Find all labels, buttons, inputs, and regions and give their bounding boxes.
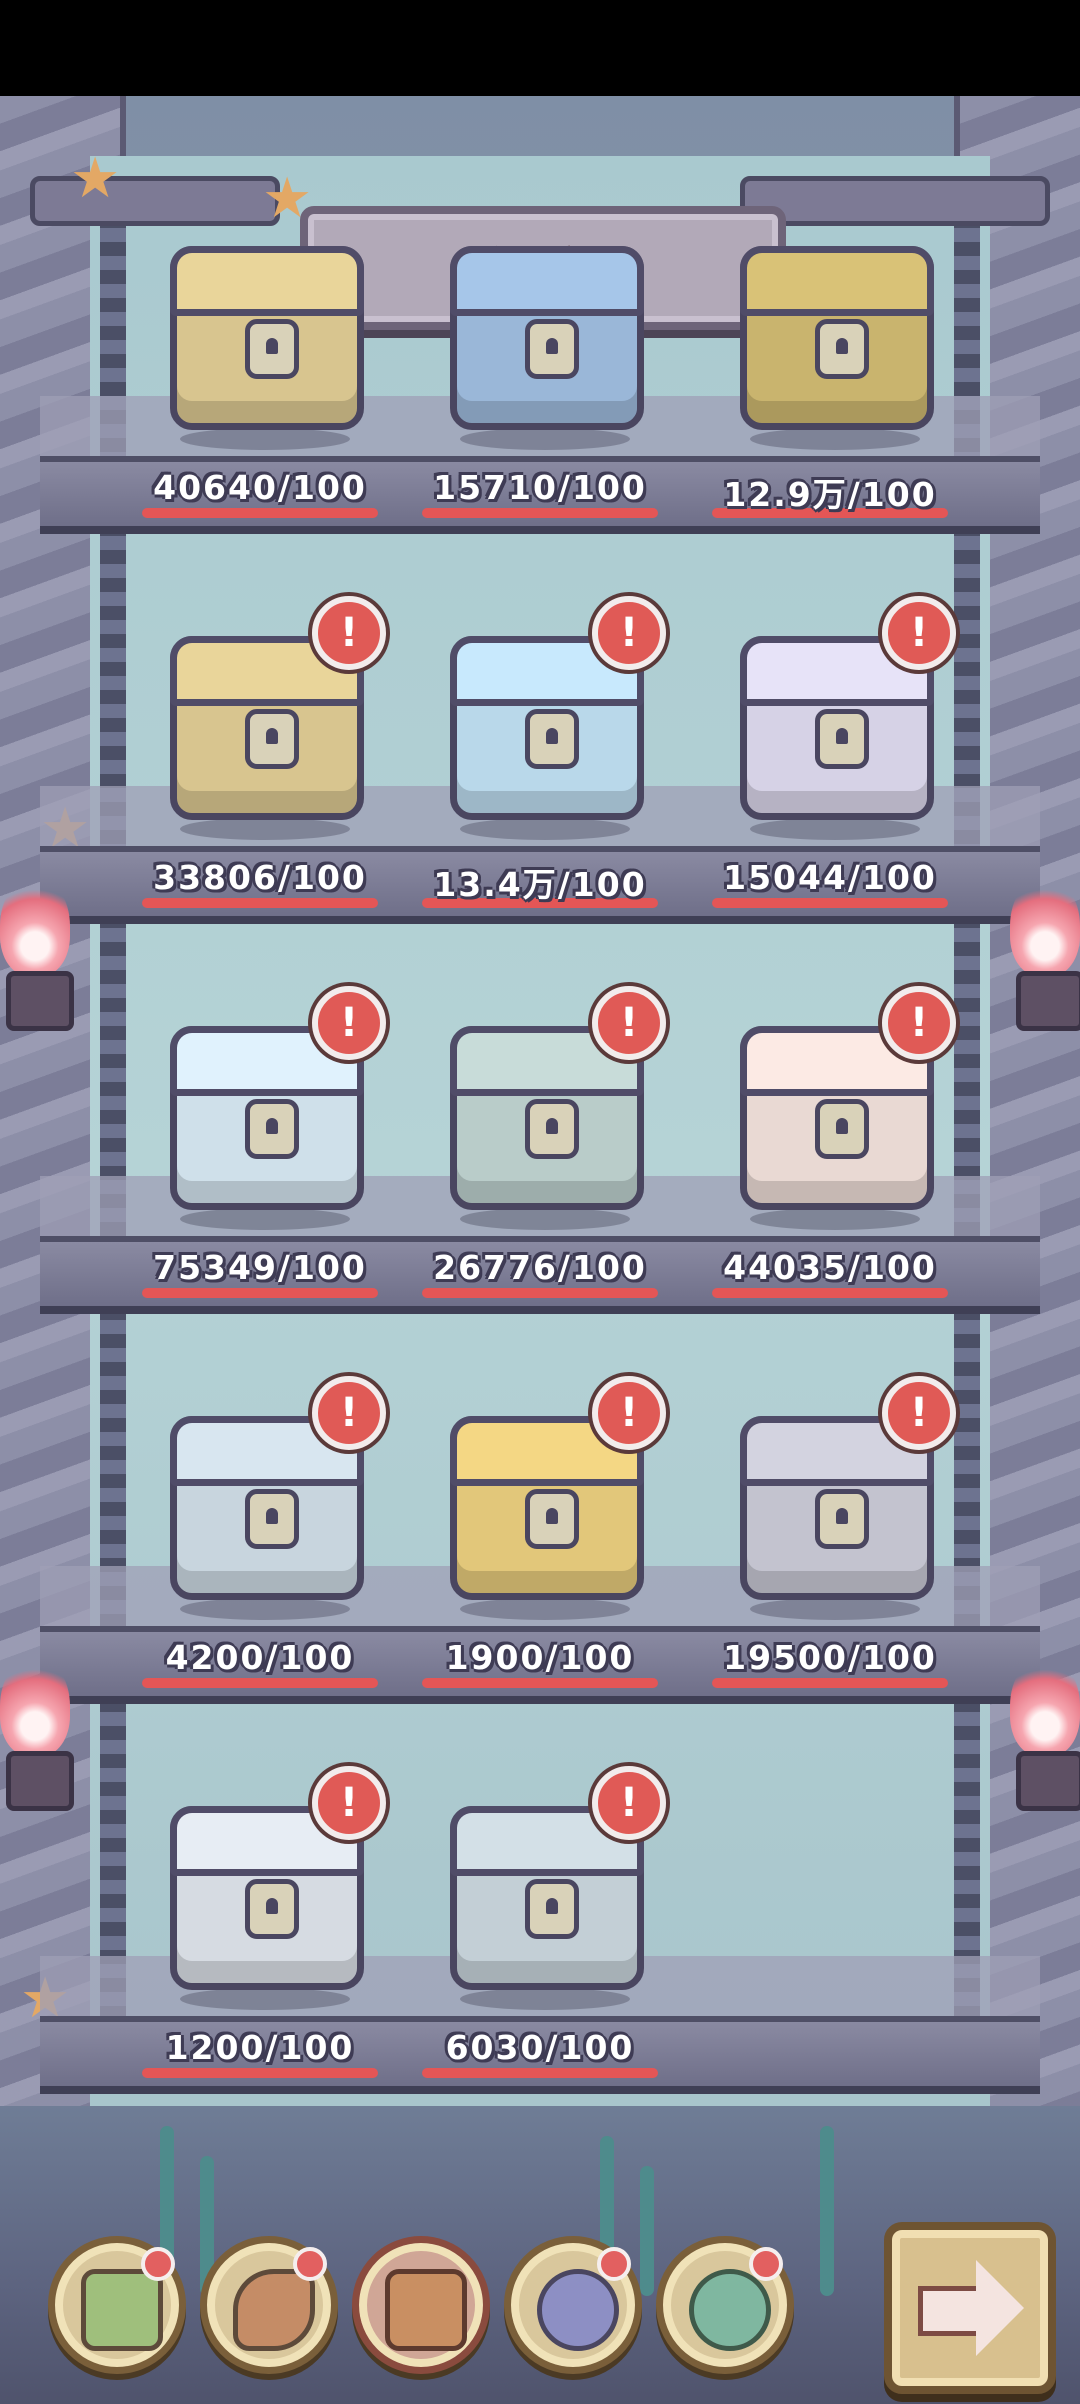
chest-count: 1900/100 [445, 1638, 635, 1677]
chest-shadow [180, 1598, 350, 1620]
keyhole-icon [815, 709, 869, 769]
treasure-scene: ★ ★ ★ ★ 秘宝 40640/100 15710/100 12.9万/100… [0, 96, 1080, 2404]
treasure-chest-icon [170, 246, 364, 430]
next-button[interactable] [884, 2222, 1056, 2394]
chest-item[interactable]: 40640/100 [120, 206, 400, 536]
alert-badge: ! [312, 596, 386, 670]
keyhole-icon [245, 1099, 299, 1159]
keyhole-icon [525, 1879, 579, 1939]
keyhole-icon [525, 1099, 579, 1159]
chest-item[interactable]: ! 26776/100 [400, 986, 680, 1316]
chest-shadow [750, 1208, 920, 1230]
alert-badge: ! [592, 1766, 666, 1840]
chest-item[interactable]: ! 33806/100 [120, 596, 400, 926]
seaweed [820, 2126, 834, 2296]
seaweed [640, 2166, 654, 2296]
chest-count: 15044/100 [723, 858, 937, 897]
chest-shadow [180, 1208, 350, 1230]
chest-item[interactable]: ! 6030/100 [400, 1766, 680, 2096]
torch-icon [1010, 876, 1080, 1036]
chest-count: 13.4万/100 [433, 865, 647, 904]
keyhole-icon [525, 709, 579, 769]
keyhole-icon [525, 1489, 579, 1549]
chest-item[interactable]: ! 44035/100 [690, 986, 970, 1316]
chest-shadow [460, 1988, 630, 2010]
notification-dot [597, 2247, 631, 2281]
alert-badge: ! [882, 1376, 956, 1450]
keyhole-icon [815, 1489, 869, 1549]
chest-item[interactable]: ! 1900/100 [400, 1376, 680, 1706]
keyhole-icon [245, 319, 299, 379]
chest-count: 12.9万/100 [723, 475, 937, 514]
chest-item[interactable]: ! 4200/100 [120, 1376, 400, 1706]
alert-badge: ! [312, 1766, 386, 1840]
chest-item[interactable]: 12.9万/100 [690, 206, 970, 536]
notification-dot [141, 2247, 175, 2281]
chest-count: 44035/100 [723, 1248, 937, 1287]
alert-badge: ! [312, 1376, 386, 1450]
chest-shadow [180, 818, 350, 840]
chest-shadow [460, 1598, 630, 1620]
notification-dot [293, 2247, 327, 2281]
chest-item[interactable]: ! 15044/100 [690, 596, 970, 926]
chest-item[interactable]: ! 13.4万/100 [400, 596, 680, 926]
globe-icon [689, 2269, 771, 2351]
starfish-icon: ★ [70, 146, 121, 211]
alert-badge: ! [312, 986, 386, 1060]
chest-shadow [750, 428, 920, 450]
keyhole-icon [245, 1879, 299, 1939]
chest-item[interactable]: ! 1200/100 [120, 1766, 400, 2096]
alert-badge: ! [592, 596, 666, 670]
nav-map-button[interactable] [48, 2236, 186, 2374]
alert-badge: ! [592, 1376, 666, 1450]
alert-badge: ! [882, 596, 956, 670]
arrow-head [976, 2260, 1024, 2356]
alert-badge: ! [882, 986, 956, 1060]
keyhole-icon [245, 1489, 299, 1549]
chest-lid [170, 246, 364, 316]
nav-treasure-button[interactable] [352, 2236, 490, 2374]
chest-shadow [750, 818, 920, 840]
chest-shadow [460, 1208, 630, 1230]
chest-item[interactable]: ! 75349/100 [120, 986, 400, 1316]
torch-icon [0, 876, 74, 1036]
chest-count: 19500/100 [723, 1638, 937, 1677]
treasure-chest-icon [385, 2269, 467, 2351]
notification-dot [749, 2247, 783, 2281]
chest-lid [450, 246, 644, 316]
chest-count: 6030/100 [445, 2028, 635, 2067]
alert-badge: ! [592, 986, 666, 1060]
nav-fish-button[interactable] [504, 2236, 642, 2374]
cannon-icon [233, 2269, 315, 2351]
chest-item[interactable]: ! 19500/100 [690, 1376, 970, 1706]
keyhole-icon [815, 319, 869, 379]
treasure-chest-icon [740, 246, 934, 430]
keyhole-icon [815, 1099, 869, 1159]
arrow-right-icon [918, 2286, 985, 2336]
chest-shadow [460, 428, 630, 450]
chest-shadow [180, 1988, 350, 2010]
chest-count: 4200/100 [165, 1638, 355, 1677]
fish-icon [537, 2269, 619, 2351]
torch-icon [1010, 1656, 1080, 1816]
chest-count: 15710/100 [433, 468, 647, 507]
nav-cannon-button[interactable] [200, 2236, 338, 2374]
keyhole-icon [245, 709, 299, 769]
keyhole-icon [525, 319, 579, 379]
treasure-chest-icon [450, 246, 644, 430]
chest-count: 75349/100 [153, 1248, 367, 1287]
chest-count: 1200/100 [165, 2028, 355, 2067]
chest-shadow [750, 1598, 920, 1620]
chest-shadow [180, 428, 350, 450]
chest-shadow [460, 818, 630, 840]
chest-lid [740, 246, 934, 316]
chest-item[interactable]: 15710/100 [400, 206, 680, 536]
chest-count: 26776/100 [433, 1248, 647, 1287]
torch-icon [0, 1656, 74, 1816]
nav-globe-button[interactable] [656, 2236, 794, 2374]
chest-count: 40640/100 [153, 468, 367, 507]
map-icon [81, 2269, 163, 2351]
chest-count: 33806/100 [153, 858, 367, 897]
status-bar [0, 0, 1080, 96]
